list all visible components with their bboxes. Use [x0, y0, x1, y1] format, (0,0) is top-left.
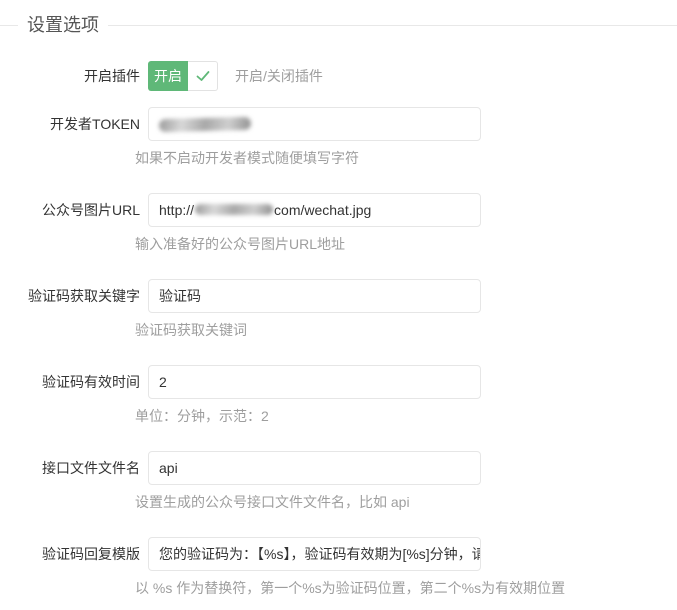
developer-token-input[interactable] — [148, 107, 481, 141]
captcha-expire-input[interactable]: 2 — [148, 365, 481, 399]
developer-token-label: 开发者TOKEN — [0, 107, 140, 141]
captcha-expire-label: 验证码有效时间 — [0, 365, 140, 399]
reply-template-row: 验证码回复模版 您的验证码为：【%s】，验证码有效期为[%s]分钟，请 以 %s… — [0, 537, 677, 597]
captcha-keyword-hint: 验证码获取关键词 — [135, 321, 481, 339]
redacted-value — [159, 117, 251, 132]
image-url-label: 公众号图片URL — [0, 193, 140, 227]
plugin-toggle[interactable]: 开启 — [148, 61, 218, 91]
reply-template-hint: 以 %s 作为替换符，第一个%s为验证码位置，第二个%s为有效期位置 — [135, 579, 565, 597]
toggle-check-box[interactable] — [188, 61, 218, 91]
captcha-keyword-row: 验证码获取关键字 验证码 验证码获取关键词 — [0, 279, 677, 339]
api-filename-input[interactable]: api — [148, 451, 481, 485]
settings-form: 开启插件 开启 开启/关闭插件 — [0, 61, 677, 597]
plugin-enable-row: 开启插件 开启 开启/关闭插件 — [0, 61, 677, 91]
image-url-row: 公众号图片URL http:// com/wechat.jpg 输入准备好的公众号… — [0, 193, 677, 253]
settings-section-title: 设置选项 — [18, 15, 108, 35]
captcha-keyword-label: 验证码获取关键字 — [0, 279, 140, 313]
captcha-expire-row: 验证码有效时间 2 单位：分钟，示范：2 — [0, 365, 677, 425]
plugin-enable-label: 开启插件 — [0, 61, 140, 91]
settings-section: 设置选项 — [0, 15, 677, 35]
developer-token-row: 开发者TOKEN 如果不启动开发者模式随便填写字符 — [0, 107, 677, 167]
captcha-expire-hint: 单位：分钟，示范：2 — [135, 407, 481, 425]
url-prefix: http:// — [159, 202, 194, 218]
image-url-input[interactable]: http:// com/wechat.jpg — [148, 193, 481, 227]
reply-template-input[interactable]: 您的验证码为：【%s】，验证码有效期为[%s]分钟，请 — [148, 537, 481, 571]
reply-template-label: 验证码回复模版 — [0, 537, 140, 571]
settings-page: 设置选项 开启插件 开启 — [0, 15, 677, 597]
image-url-hint: 输入准备好的公众号图片URL地址 — [135, 235, 481, 253]
api-filename-hint: 设置生成的公众号接口文件文件名，比如 api — [135, 493, 481, 511]
api-filename-row: 接口文件文件名 api 设置生成的公众号接口文件文件名，比如 api — [0, 451, 677, 511]
captcha-keyword-input[interactable]: 验证码 — [148, 279, 481, 313]
developer-token-hint: 如果不启动开发者模式随便填写字符 — [135, 149, 481, 167]
api-filename-label: 接口文件文件名 — [0, 451, 140, 485]
redacted-value — [195, 204, 273, 215]
url-suffix: com/wechat.jpg — [274, 202, 371, 218]
check-icon — [194, 67, 212, 85]
plugin-enable-hint: 开启/关闭插件 — [235, 61, 323, 91]
toggle-on-button[interactable]: 开启 — [148, 61, 188, 91]
